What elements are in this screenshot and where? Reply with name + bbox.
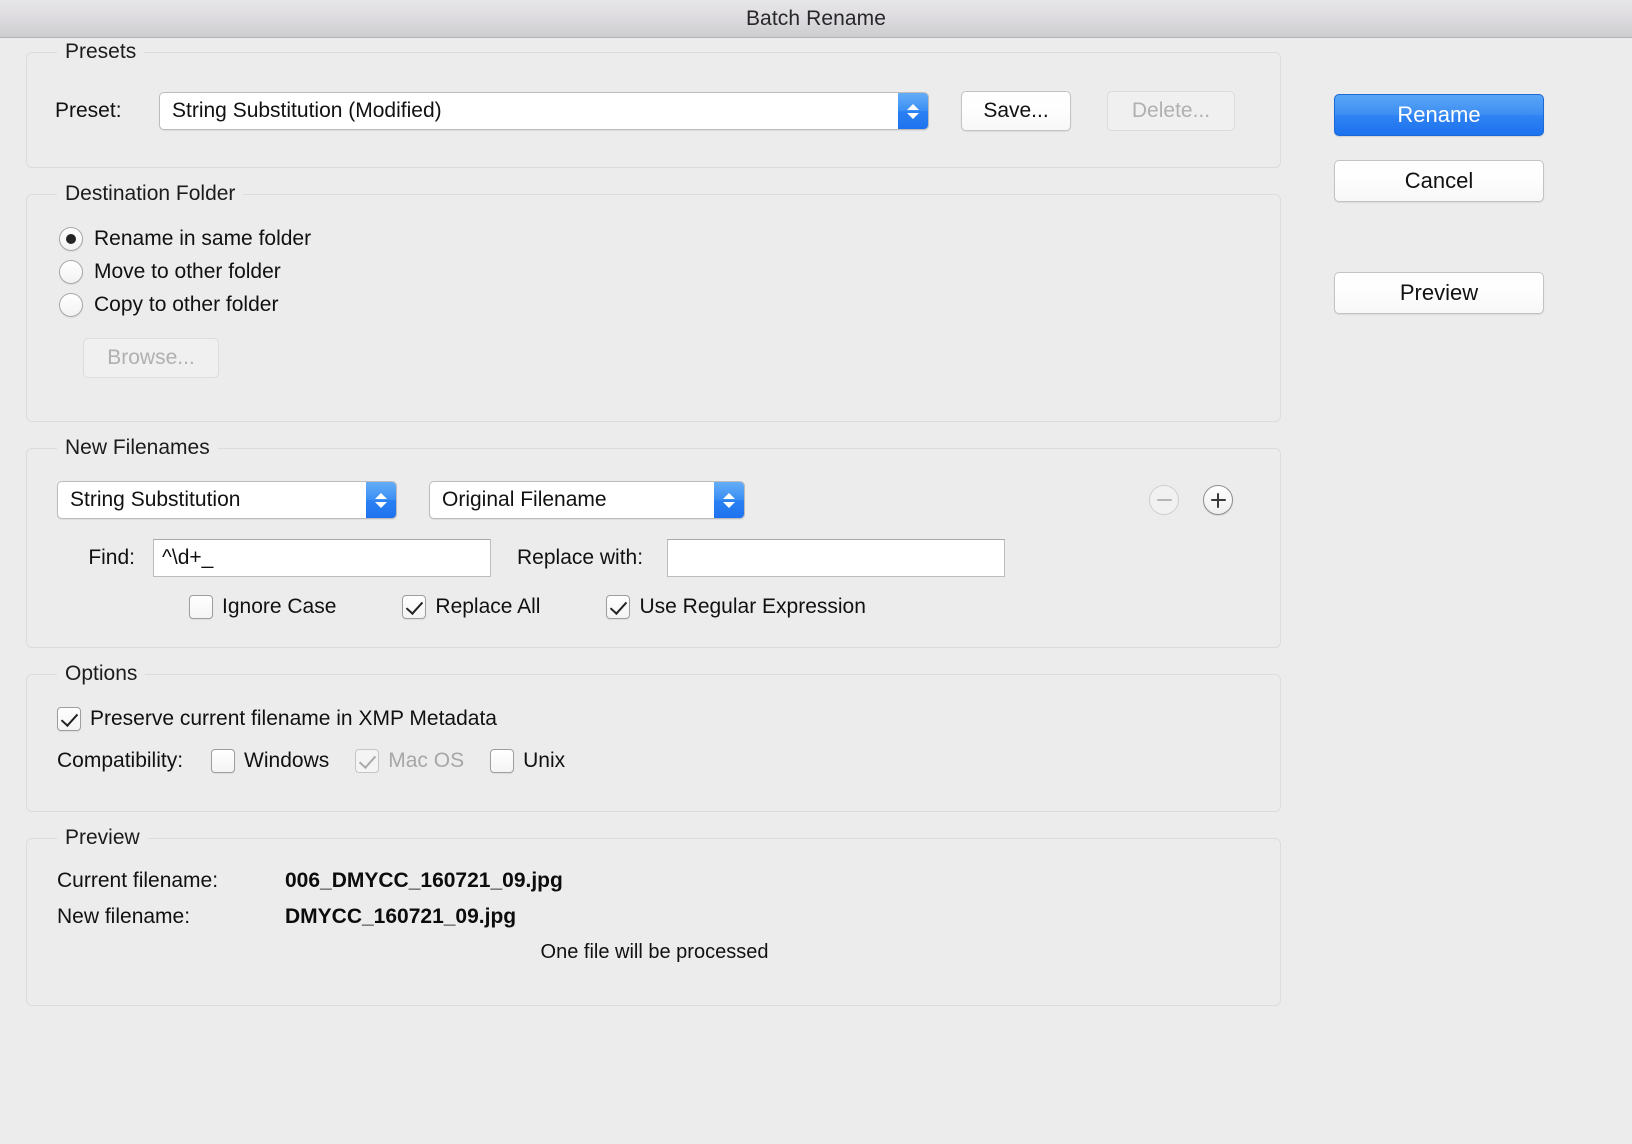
radio-label: Move to other folder: [94, 260, 281, 283]
chevron-up-icon: [907, 103, 919, 110]
preview-current-row: Current filename: 006_DMYCC_160721_09.jp…: [57, 869, 1252, 893]
chevron-updown-icon[interactable]: [898, 93, 928, 129]
preview-legend: Preview: [57, 825, 148, 851]
checkbox-icon: [211, 749, 236, 773]
plus-bar-v: [1216, 492, 1220, 508]
chevron-updown-icon[interactable]: [714, 482, 744, 518]
dialog-action-buttons: Rename Cancel Preview: [1334, 94, 1544, 314]
preset-row: Preset: String Substitution (Modified) S…: [55, 91, 1252, 131]
plus-circle-icon[interactable]: [1203, 485, 1233, 515]
chevron-up-icon: [723, 492, 735, 499]
new-filenames-group: New Filenames String Substitution Origin…: [26, 435, 1281, 648]
minus-bar: [1156, 498, 1172, 502]
compatibility-label: Compatibility:: [57, 749, 184, 772]
preview-new-value: DMYCC_160721_09.jpg: [285, 905, 517, 928]
radio-copy-to-other-folder[interactable]: Copy to other folder: [59, 293, 1252, 317]
radio-icon: [59, 260, 83, 284]
compatibility-row: Compatibility: Windows Mac OS Unix: [57, 749, 1252, 773]
checkbox-icon: [402, 595, 427, 619]
radio-rename-in-same-folder[interactable]: Rename in same folder: [59, 227, 1252, 251]
radio-label: Rename in same folder: [94, 227, 312, 250]
rename-source-select[interactable]: Original Filename: [429, 481, 745, 519]
checkbox-icon: [490, 749, 515, 773]
rename-source-value: Original Filename: [442, 488, 607, 511]
preview-new-label: New filename:: [57, 905, 191, 928]
radio-move-to-other-folder[interactable]: Move to other folder: [59, 260, 1252, 284]
chevron-down-icon: [375, 501, 387, 508]
cancel-button[interactable]: Cancel: [1334, 160, 1544, 202]
checkbox-label: Ignore Case: [222, 595, 337, 618]
preview-status-text: One file will be processed: [540, 941, 769, 963]
options-group: Options Preserve current filename in XMP…: [26, 661, 1281, 812]
new-filenames-legend: New Filenames: [57, 435, 218, 461]
destination-folder-group: Destination Folder Rename in same folder…: [26, 181, 1281, 422]
find-replace-row: Find: ^\d+_ Replace with:: [57, 539, 1252, 577]
options-legend: Options: [57, 661, 146, 687]
preset-select[interactable]: String Substitution (Modified): [159, 92, 929, 130]
preset-select-value: String Substitution (Modified): [172, 99, 442, 122]
replace-with-input[interactable]: [667, 539, 1006, 577]
batch-rename-dialog: Presets Preset: String Substitution (Mod…: [0, 38, 1632, 1144]
window-title: Batch Rename: [745, 6, 887, 30]
chevron-up-icon: [375, 492, 387, 499]
checkbox-compat-unix[interactable]: Unix: [490, 749, 565, 773]
minus-circle-icon: [1149, 485, 1179, 515]
checkbox-label: Windows: [244, 749, 330, 772]
rename-rule-row: String Substitution Original Filename: [57, 481, 1252, 519]
destination-folder-legend: Destination Folder: [57, 181, 244, 207]
chevron-down-icon: [907, 112, 919, 119]
preview-current-label: Current filename:: [57, 869, 219, 892]
dialog-main-column: Presets Preset: String Substitution (Mod…: [26, 39, 1281, 1032]
preset-label: Preset:: [55, 99, 122, 122]
checkbox-icon: [606, 595, 631, 619]
find-input[interactable]: ^\d+_: [153, 539, 491, 577]
chevron-down-icon: [723, 501, 735, 508]
window-titlebar: Batch Rename: [0, 0, 1632, 38]
presets-legend: Presets: [57, 39, 145, 65]
delete-preset-button: Delete...: [1107, 91, 1235, 131]
substitution-options-row: Ignore Case Replace All Use Regular Expr…: [57, 595, 1252, 619]
preview-button[interactable]: Preview: [1334, 272, 1544, 314]
rename-method-value: String Substitution: [70, 488, 241, 511]
checkbox-compat-windows[interactable]: Windows: [211, 749, 329, 773]
preview-current-value: 006_DMYCC_160721_09.jpg: [285, 869, 563, 892]
checkbox-replace-all[interactable]: Replace All: [402, 595, 540, 619]
checkbox-icon: [189, 595, 213, 619]
checkbox-icon: [355, 749, 380, 773]
radio-icon: [59, 293, 83, 317]
presets-group: Presets Preset: String Substitution (Mod…: [26, 39, 1281, 168]
checkbox-icon: [57, 707, 81, 731]
browse-button: Browse...: [83, 338, 219, 378]
preview-group: Preview Current filename: 006_DMYCC_1607…: [26, 825, 1281, 1006]
checkbox-label: Preserve current filename in XMP Metadat…: [90, 707, 497, 730]
radio-icon: [59, 227, 83, 251]
checkbox-compat-macos: Mac OS: [355, 749, 464, 773]
preview-new-row: New filename: DMYCC_160721_09.jpg: [57, 905, 1252, 929]
rule-buttons: [1149, 485, 1233, 515]
save-preset-button[interactable]: Save...: [961, 91, 1071, 131]
checkbox-ignore-case[interactable]: Ignore Case: [189, 595, 336, 619]
checkbox-label: Replace All: [435, 595, 541, 618]
rename-button[interactable]: Rename: [1334, 94, 1544, 136]
checkbox-use-regular-expression[interactable]: Use Regular Expression: [606, 595, 866, 619]
checkbox-preserve-filename-xmp[interactable]: Preserve current filename in XMP Metadat…: [57, 707, 1252, 731]
rename-method-select[interactable]: String Substitution: [57, 481, 397, 519]
radio-label: Copy to other folder: [94, 293, 279, 316]
find-label: Find:: [88, 546, 135, 569]
replace-with-label: Replace with:: [517, 546, 644, 569]
checkbox-label: Use Regular Expression: [639, 595, 866, 618]
checkbox-label: Mac OS: [388, 749, 465, 772]
checkbox-label: Unix: [523, 749, 566, 772]
chevron-updown-icon[interactable]: [366, 482, 396, 518]
